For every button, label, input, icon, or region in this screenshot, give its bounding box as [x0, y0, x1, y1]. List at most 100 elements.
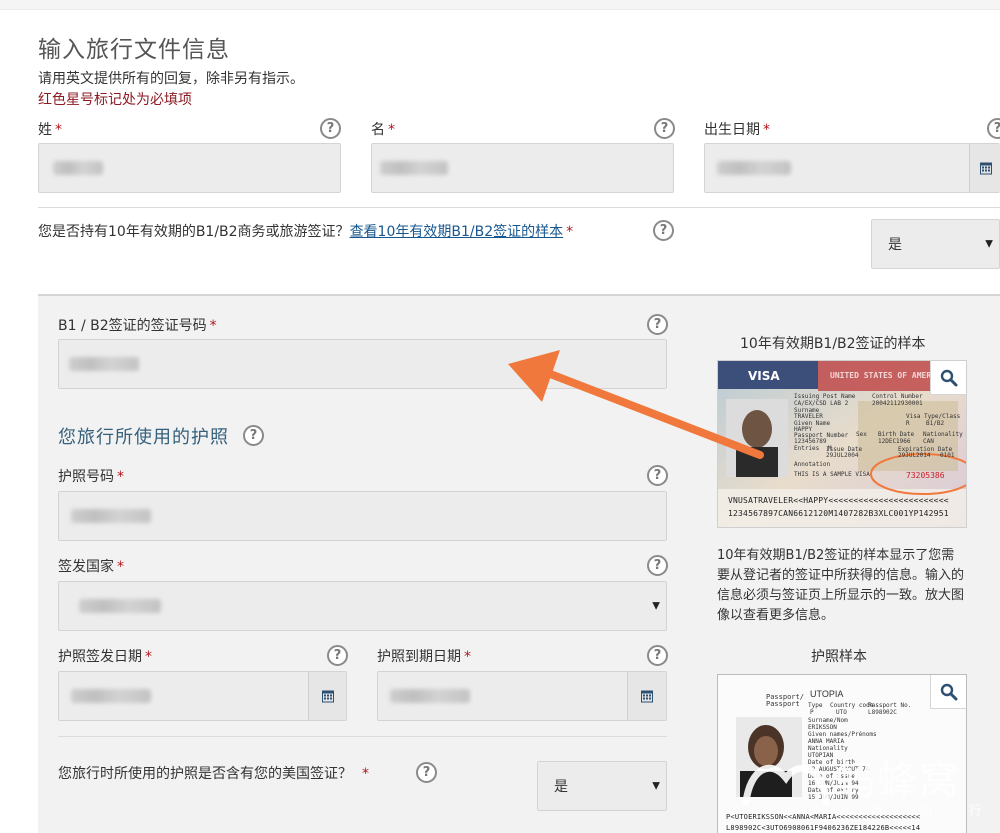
passport-field: Surname/Nom	[808, 717, 848, 724]
visa-field: 123456789	[794, 438, 827, 445]
redacted-value	[380, 161, 448, 175]
has-visa-select[interactable]: 是 ▼	[871, 219, 1000, 269]
divider	[58, 736, 667, 737]
passport-header: Passport	[766, 700, 800, 708]
visa-field: 20042112930001	[872, 400, 923, 407]
question-circle-icon[interactable]: ?	[243, 425, 264, 446]
visa-sample-image[interactable]: VISA UNITED STATES OF AMERICA Issuing Po…	[717, 360, 967, 528]
visa-field: R	[906, 420, 910, 427]
question-circle-icon[interactable]: ?	[987, 118, 1000, 139]
redacted-value	[390, 689, 470, 703]
passport-field: Passport No.	[868, 702, 912, 709]
caret-down-icon: ▼	[652, 780, 660, 792]
visa-serial-number: 73205386	[906, 471, 945, 480]
visa-field: CAN	[923, 438, 934, 445]
surname-label: 姓 *	[38, 122, 62, 138]
required-star: *	[388, 122, 395, 138]
visa-field: Nationality	[923, 431, 963, 438]
redacted-value	[69, 357, 139, 371]
question-circle-icon[interactable]: ?	[416, 762, 437, 783]
visa-field: THIS IS A SAMPLE VISA	[794, 471, 870, 478]
given-name-input[interactable]	[371, 143, 674, 193]
passport-country: UTOPIA	[810, 689, 844, 699]
passport-contains-visa-question: 您旅行时所使用的护照是否含有您的美国签证？ *	[58, 766, 369, 782]
top-bar	[0, 0, 1000, 10]
visa-field: Issuing Post Name	[794, 393, 856, 400]
visa-sample-description: 10年有效期B1/B2签证的样本显示了您需要从登记者的签证中所获得的信息。输入的…	[717, 548, 965, 623]
required-star: *	[117, 469, 124, 485]
visa-field: B1/B2	[926, 420, 945, 427]
watermark: 蚂蜂窝 自 · 由 · 行	[740, 740, 1000, 833]
issuing-country-select[interactable]: ▼	[58, 581, 667, 631]
visa-banner: UNITED STATES OF AMERICA	[830, 371, 946, 380]
magnifier-icon	[940, 683, 957, 700]
calendar-icon	[979, 162, 992, 175]
page-title: 输入旅行文件信息	[38, 37, 230, 63]
passport-contains-visa-select[interactable]: 是 ▼	[537, 761, 667, 811]
required-note: 红色星号标记处为必填项	[38, 92, 192, 108]
passport-field: Type	[808, 702, 823, 709]
calendar-button[interactable]	[627, 672, 666, 720]
visa-sample-link[interactable]: 查看10年有效期B1/B2签证的样本	[350, 224, 564, 240]
passport-field: Country code	[830, 702, 874, 709]
question-circle-icon[interactable]: ?	[320, 118, 341, 139]
expiry-date-label: 护照到期日期 *	[377, 649, 471, 665]
redacted-value	[717, 161, 791, 175]
passport-number-input[interactable]	[58, 491, 667, 541]
issue-date-label: 护照签发日期 *	[58, 649, 152, 665]
redacted-value	[71, 689, 151, 703]
magnifier-icon	[940, 369, 957, 386]
visa-question: 您是否持有10年有效期的B1/B2商务或旅游签证？查看10年有效期B1/B2签证…	[38, 224, 574, 240]
visa-mrz-line-2: 1234567897CAN6612120M1407282B3XLC001YP14…	[728, 509, 949, 518]
required-star: *	[362, 766, 369, 782]
watermark-subtext: 自 · 由 · 行	[870, 804, 988, 819]
required-star: *	[55, 122, 62, 138]
visa-field: TRAVELER	[794, 413, 823, 420]
question-circle-icon[interactable]: ?	[647, 555, 668, 576]
question-circle-icon[interactable]: ?	[654, 118, 675, 139]
visa-field: 29JUL2014	[898, 452, 931, 459]
dob-input[interactable]	[704, 143, 1000, 193]
redacted-value	[71, 509, 151, 523]
required-star: *	[209, 318, 217, 334]
question-circle-icon[interactable]: ?	[647, 465, 668, 486]
calendar-button[interactable]	[308, 672, 346, 720]
passport-field: UTO	[836, 709, 847, 716]
caret-down-icon: ▼	[652, 600, 660, 612]
redacted-value	[53, 161, 103, 175]
passport-field: ERIKSSON	[808, 724, 837, 731]
calendar-icon	[641, 690, 653, 703]
required-star: *	[464, 649, 471, 665]
question-circle-icon[interactable]: ?	[327, 645, 348, 666]
redacted-value	[79, 599, 161, 613]
visa-field: CA/EX/CSD LAB 2	[794, 400, 849, 407]
visa-field: Entries	[794, 445, 820, 452]
dob-label: 出生日期 *	[704, 122, 770, 138]
passport-field: Given names/Prénoms	[808, 731, 877, 738]
required-star: *	[566, 224, 574, 240]
visa-field: Annotation	[794, 461, 831, 468]
visa-word: VISA	[748, 369, 780, 383]
calendar-button[interactable]	[969, 144, 1000, 192]
watermark-logo-icon	[742, 764, 830, 806]
question-circle-icon[interactable]: ?	[653, 220, 674, 241]
zoom-button[interactable]	[930, 361, 966, 395]
visa-field: Visa Type/Class	[906, 413, 961, 420]
question-circle-icon[interactable]: ?	[647, 645, 668, 666]
visa-number-input[interactable]	[58, 339, 667, 389]
zoom-button[interactable]	[930, 675, 966, 709]
passport-field: P	[810, 709, 814, 716]
passport-section-title: 您旅行所使用的护照	[58, 427, 229, 448]
watermark-text: 蚂蜂窝	[835, 758, 961, 804]
required-star: *	[145, 649, 152, 665]
instructions-text: 请用英文提供所有的回复，除非另有指示。	[38, 71, 304, 87]
required-star: *	[763, 122, 770, 138]
passport-sample-title: 护照样本	[811, 649, 867, 665]
visa-number-label: B1 / B2签证的签证号码 *	[58, 318, 217, 334]
surname-input[interactable]	[38, 143, 341, 193]
issue-date-input[interactable]	[58, 671, 347, 721]
visa-field: 12DEC1966	[878, 438, 911, 445]
visa-field: Control Number	[872, 393, 923, 400]
expiry-date-input[interactable]	[377, 671, 667, 721]
question-circle-icon[interactable]: ?	[647, 314, 668, 335]
